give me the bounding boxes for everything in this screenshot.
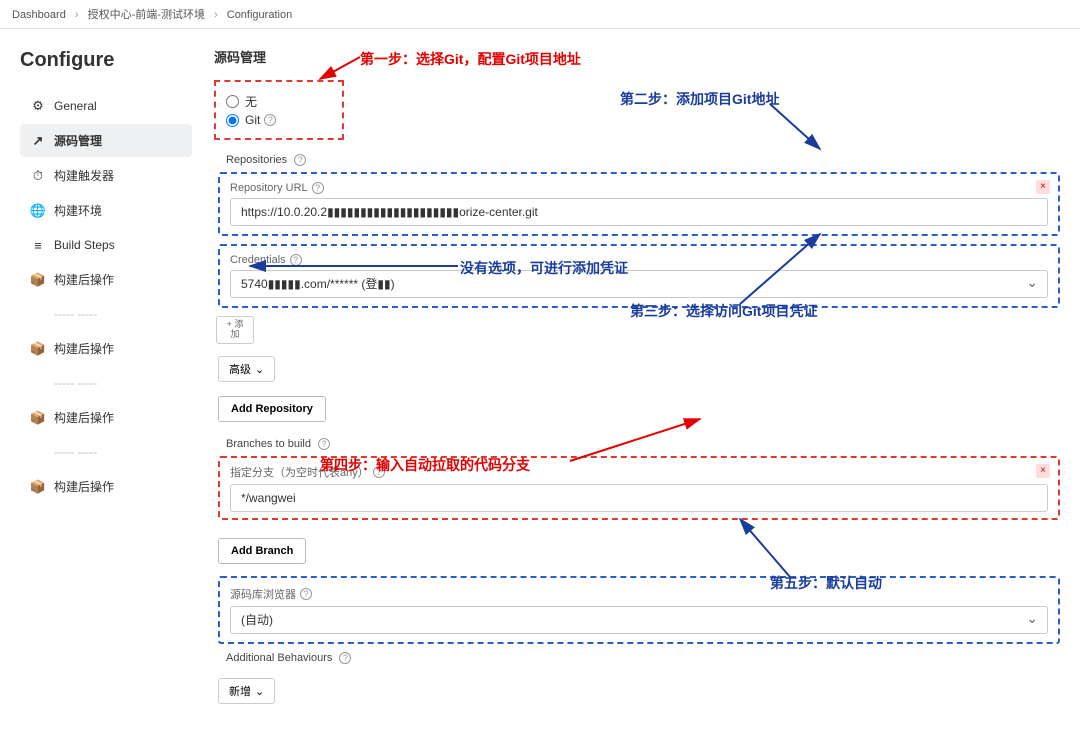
repos-heading: Repositories ? (218, 154, 1080, 166)
branch-box: × 指定分支（为空时代表any） ? (218, 456, 1060, 520)
sidebar: Configure ⚙ General ↗ 源码管理 ⏱ 构建触发器 🌐 构建环… (0, 29, 200, 750)
list-icon: ≡ (30, 237, 46, 253)
sidebar-item-faded[interactable]: ----- ----- (20, 298, 192, 330)
package-icon: 📦 (30, 479, 46, 495)
help-icon[interactable]: ? (339, 652, 351, 664)
package-icon: 📦 (30, 410, 46, 426)
help-icon[interactable]: ? (373, 466, 385, 478)
section-title: 源码管理 (214, 47, 1080, 66)
breadcrumb-item[interactable]: 授权中心-前端-测试环境 (88, 9, 205, 21)
page-title: Configure (20, 49, 192, 72)
help-icon[interactable]: ? (264, 114, 276, 126)
branch-input[interactable] (230, 484, 1048, 512)
add-branch-button[interactable]: Add Branch (218, 538, 306, 564)
repo-url-label: Repository URL ? (230, 182, 1048, 194)
breadcrumb: Dashboard › 授权中心-前端-测试环境 › Configuration (0, 0, 1080, 29)
repo-url-input[interactable] (230, 198, 1048, 226)
sidebar-item-faded[interactable]: ----- ----- (20, 436, 192, 468)
help-icon[interactable]: ? (294, 154, 306, 166)
add-repository-button[interactable]: Add Repository (218, 396, 326, 422)
chevron-right-icon: › (214, 9, 218, 21)
globe-icon: 🌐 (30, 203, 46, 219)
credentials-label: Credentials ? (230, 254, 1048, 266)
help-icon[interactable]: ? (318, 438, 330, 450)
sidebar-item-label: 构建后操作 (54, 271, 114, 288)
scm-radio-group: 无 Git ? (214, 80, 344, 140)
additional-heading: Additional Behaviours ? (218, 652, 1080, 664)
advanced-button[interactable]: 高级 ⌄ (218, 356, 275, 382)
browser-box: 源码库浏览器 ? (自动) (218, 576, 1060, 644)
branches-heading: Branches to build ? (218, 438, 1080, 450)
sidebar-item-post-build[interactable]: 📦 构建后操作 (20, 263, 192, 296)
sidebar-item-label: Build Steps (54, 238, 115, 252)
chevron-right-icon: › (75, 9, 79, 21)
sidebar-item-label: 构建后操作 (54, 409, 114, 426)
sidebar-item-faded[interactable]: ----- ----- (20, 367, 192, 399)
credentials-box: Credentials ? 5740▮▮▮▮▮.com/****** (登▮▮) (218, 244, 1060, 308)
sidebar-item-label: 源码管理 (54, 132, 102, 149)
sidebar-item-label: 构建后操作 (54, 478, 114, 495)
sidebar-item-label: ----- ----- (54, 307, 97, 321)
help-icon[interactable]: ? (312, 182, 324, 194)
radio-label: 无 (245, 93, 257, 110)
package-icon: 📦 (30, 341, 46, 357)
sidebar-item-post-build[interactable]: 📦 构建后操作 (20, 332, 192, 365)
breadcrumb-item[interactable]: Configuration (227, 9, 292, 21)
dash-icon (30, 375, 46, 391)
help-icon[interactable]: ? (300, 588, 312, 600)
sidebar-item-post-build[interactable]: 📦 构建后操作 (20, 470, 192, 503)
browser-label: 源码库浏览器 ? (230, 586, 1048, 602)
gear-icon: ⚙ (30, 98, 46, 114)
add-credential-button[interactable]: + 添 加 (216, 316, 254, 344)
sidebar-item-label: 构建后操作 (54, 340, 114, 357)
package-icon: 📦 (30, 272, 46, 288)
browser-select[interactable]: (自动) (230, 606, 1048, 634)
sidebar-item-general[interactable]: ⚙ General (20, 90, 192, 122)
close-icon[interactable]: × (1036, 180, 1050, 194)
dash-icon (30, 444, 46, 460)
clock-icon: ⏱ (30, 168, 46, 184)
sidebar-item-build-steps[interactable]: ≡ Build Steps (20, 229, 192, 261)
chevron-down-icon: ⌄ (255, 363, 264, 376)
branch-icon: ↗ (30, 133, 46, 149)
radio-label: Git (245, 113, 260, 127)
chevron-down-icon: ⌄ (255, 685, 264, 698)
sidebar-item-label: General (54, 99, 97, 113)
branch-spec-label: 指定分支（为空时代表any） ? (230, 464, 1048, 480)
sidebar-item-env[interactable]: 🌐 构建环境 (20, 194, 192, 227)
sidebar-item-label: ----- ----- (54, 376, 97, 390)
sidebar-item-label: ----- ----- (54, 445, 97, 459)
help-icon[interactable]: ? (290, 254, 302, 266)
sidebar-item-triggers[interactable]: ⏱ 构建触发器 (20, 159, 192, 192)
radio-git[interactable] (226, 114, 239, 127)
dash-icon (30, 306, 46, 322)
sidebar-item-post-build[interactable]: 📦 构建后操作 (20, 401, 192, 434)
credentials-select[interactable]: 5740▮▮▮▮▮.com/****** (登▮▮) (230, 270, 1048, 298)
sidebar-item-source[interactable]: ↗ 源码管理 (20, 124, 192, 157)
sidebar-item-label: 构建环境 (54, 202, 102, 219)
breadcrumb-item[interactable]: Dashboard (12, 9, 66, 21)
content-area: 源码管理 无 Git ? Repositories ? × Repository… (200, 29, 1080, 750)
radio-none[interactable] (226, 95, 239, 108)
annotation-step2: 第二步：添加项目Git地址 (620, 89, 779, 109)
close-icon[interactable]: × (1036, 464, 1050, 478)
sidebar-item-label: 构建触发器 (54, 167, 114, 184)
repo-url-box: × Repository URL ? (218, 172, 1060, 236)
additional-add-button[interactable]: 新增 ⌄ (218, 678, 275, 704)
